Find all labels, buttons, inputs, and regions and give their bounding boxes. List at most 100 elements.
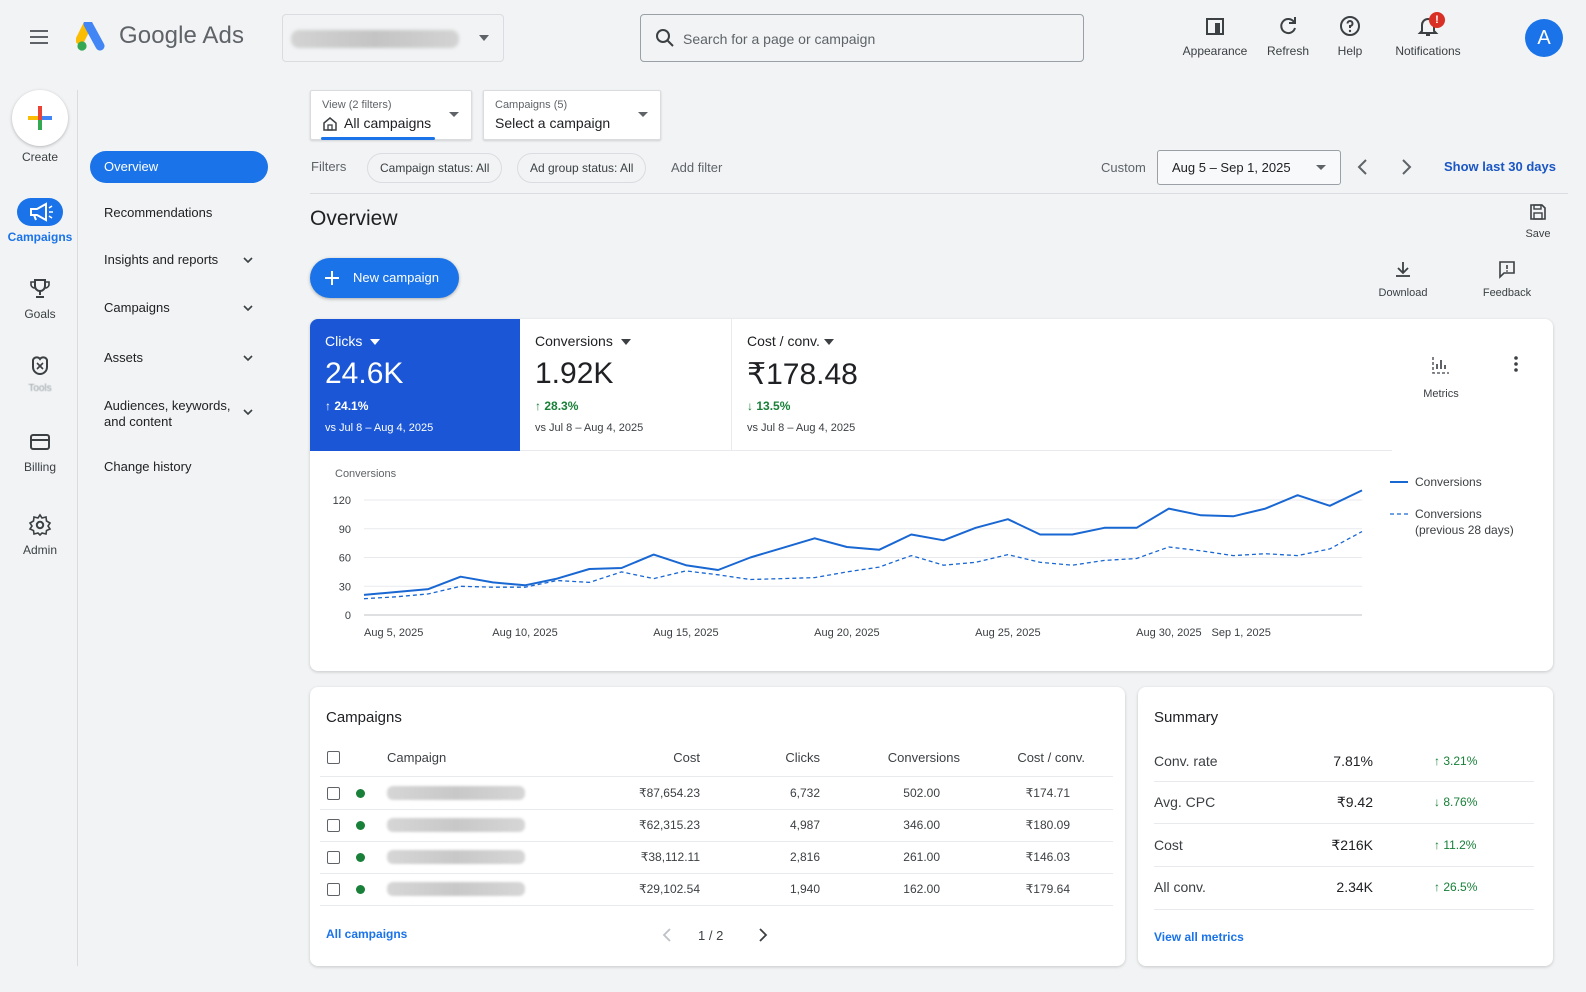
create-button[interactable] xyxy=(12,90,68,146)
series-line-current xyxy=(363,489,1363,596)
row-checkbox[interactable] xyxy=(327,787,340,800)
summary-delta: ↑ 3.21% xyxy=(1434,754,1478,768)
series-line-previous xyxy=(363,531,1363,600)
cell-cost-per-conv: ₹174.71 xyxy=(1025,786,1070,800)
previous-page-icon[interactable] xyxy=(660,927,674,943)
metric-tile-conversions[interactable]: Conversions 1.92K ↑ 28.3% vs Jul 8 – Aug… xyxy=(520,319,732,451)
summary-label: Avg. CPC xyxy=(1154,794,1216,810)
google-ads-logo-icon[interactable] xyxy=(76,22,108,52)
nav-label: Audiences, keywords, and content xyxy=(104,398,231,429)
summary-label: Cost xyxy=(1154,837,1183,853)
row-checkbox[interactable] xyxy=(327,819,340,832)
campaign-name-redacted[interactable] xyxy=(387,818,525,832)
plus-icon xyxy=(324,270,340,286)
x-tick-label: Aug 5, 2025 xyxy=(364,627,423,639)
chart-settings-icon xyxy=(1430,354,1452,376)
column-header-conversions[interactable]: Conversions xyxy=(840,750,960,765)
campaign-selector-dropdown[interactable]: Campaigns (5) Select a campaign xyxy=(483,90,661,140)
date-range-picker[interactable]: Aug 5 – Sep 1, 2025 xyxy=(1157,150,1341,185)
summary-card-title: Summary xyxy=(1154,709,1219,726)
campaign-name-redacted[interactable] xyxy=(387,850,525,864)
new-campaign-label: New campaign xyxy=(353,270,439,285)
column-header-cost-per-conv[interactable]: Cost / conv. xyxy=(970,750,1085,765)
nav-item-recommendations[interactable]: Recommendations xyxy=(90,205,268,220)
select-all-checkbox[interactable] xyxy=(327,751,340,764)
download-button[interactable]: Download xyxy=(1372,259,1434,299)
search-icon xyxy=(655,28,675,48)
filter-chip-ad-group-status[interactable]: Ad group status: All xyxy=(517,153,647,183)
avatar[interactable]: A xyxy=(1525,19,1563,57)
row-checkbox[interactable] xyxy=(327,883,340,896)
metrics-button[interactable]: Metrics xyxy=(1413,354,1469,400)
appearance-button[interactable]: Appearance xyxy=(1180,14,1250,58)
refresh-button[interactable]: Refresh xyxy=(1258,14,1318,58)
chevron-down-icon xyxy=(242,406,254,418)
nav-item-campaigns[interactable]: Campaigns xyxy=(90,300,268,315)
account-selector[interactable] xyxy=(282,14,504,62)
summary-delta: ↑ 26.5% xyxy=(1434,880,1478,894)
nav-item-change-history[interactable]: Change history xyxy=(90,459,268,474)
feedback-label: Feedback xyxy=(1482,287,1532,299)
gear-icon xyxy=(28,513,52,537)
column-header-campaign[interactable]: Campaign xyxy=(387,750,446,765)
nav-item-assets[interactable]: Assets xyxy=(90,350,268,365)
menu-icon[interactable] xyxy=(28,27,50,47)
campaigns-filter-value: Select a campaign xyxy=(495,115,611,131)
date-range-value: Aug 5 – Sep 1, 2025 xyxy=(1172,160,1291,175)
table-row[interactable]: ₹62,315.23 4,987 346.00 ₹180.09 xyxy=(310,810,1125,842)
column-header-cost[interactable]: Cost xyxy=(610,750,700,765)
help-button[interactable]: Help xyxy=(1325,14,1375,58)
column-header-clicks[interactable]: Clicks xyxy=(720,750,820,765)
new-campaign-button[interactable]: New campaign xyxy=(310,258,459,298)
campaign-name-redacted[interactable] xyxy=(387,786,525,800)
nav-item-overview[interactable]: Overview xyxy=(90,151,268,183)
caret-down-icon xyxy=(449,112,459,117)
status-enabled-icon xyxy=(356,821,365,830)
view-underline xyxy=(321,137,435,140)
metric-delta: ↑ 28.3% xyxy=(535,399,579,413)
nav-item-insights[interactable]: Insights and reports xyxy=(90,252,268,267)
add-filter-button[interactable]: Add filter xyxy=(671,160,722,175)
more-vert-icon[interactable] xyxy=(1510,355,1522,375)
brand-name[interactable]: Google Ads xyxy=(119,22,244,50)
rail-item-tools[interactable]: Tools xyxy=(0,353,80,394)
notifications-button[interactable]: Notifications xyxy=(1383,14,1473,58)
summary-label: Conv. rate xyxy=(1154,753,1218,769)
view-filter-dropdown[interactable]: View (2 filters) All campaigns xyxy=(310,90,472,140)
metric-tile-clicks[interactable]: Clicks 24.6K ↑ 24.1% vs Jul 8 – Aug 4, 2… xyxy=(310,319,520,451)
cell-cost: ₹87,654.23 xyxy=(638,786,700,800)
search-input[interactable]: Search for a page or campaign xyxy=(640,14,1084,62)
rail-item-billing[interactable]: Billing xyxy=(0,430,80,474)
rail-label-admin: Admin xyxy=(22,543,57,557)
metric-value: 1.92K xyxy=(535,357,614,390)
feedback-icon xyxy=(1497,259,1517,279)
table-row[interactable]: ₹38,112.11 2,816 261.00 ₹146.03 xyxy=(310,842,1125,874)
top-bar: Google Ads Search for a page or campaign… xyxy=(0,0,1586,76)
nav-label: Campaigns xyxy=(104,300,170,315)
rail-item-admin[interactable]: Admin xyxy=(0,513,80,557)
nav-item-audiences[interactable]: Audiences, keywords, and content xyxy=(90,398,268,430)
card-icon xyxy=(28,430,52,454)
all-campaigns-link[interactable]: All campaigns xyxy=(326,927,407,941)
table-row[interactable]: ₹29,102.54 1,940 162.00 ₹179.64 xyxy=(310,874,1125,906)
campaigns-filter-label: Campaigns (5) xyxy=(495,99,568,111)
next-period-icon[interactable] xyxy=(1398,158,1414,176)
appearance-label: Appearance xyxy=(1182,44,1248,58)
save-button[interactable]: Save xyxy=(1518,202,1558,240)
view-all-metrics-link[interactable]: View all metrics xyxy=(1154,930,1244,944)
filter-chip-campaign-status[interactable]: Campaign status: All xyxy=(367,153,503,183)
next-page-icon[interactable] xyxy=(756,927,770,943)
show-last-30-days-link[interactable]: Show last 30 days xyxy=(1444,159,1556,174)
campaigns-card: Campaigns Campaign Cost Clicks Conversio… xyxy=(310,687,1125,966)
table-row[interactable]: ₹87,654.23 6,732 502.00 ₹174.71 xyxy=(310,777,1125,809)
row-checkbox[interactable] xyxy=(327,851,340,864)
rail-item-campaigns[interactable]: Campaigns xyxy=(0,198,80,244)
metric-value: 24.6K xyxy=(325,357,404,390)
campaign-name-redacted[interactable] xyxy=(387,882,525,896)
metric-tile-cost-per-conv[interactable]: Cost / conv. ₹178.48 ↓ 13.5% vs Jul 8 – … xyxy=(732,319,1392,451)
metric-compare: vs Jul 8 – Aug 4, 2025 xyxy=(325,422,434,434)
previous-period-icon[interactable] xyxy=(1355,158,1371,176)
feedback-button[interactable]: Feedback xyxy=(1474,259,1540,299)
rail-item-goals[interactable]: Goals xyxy=(0,277,80,321)
pagination-label: 1 / 2 xyxy=(698,928,724,943)
